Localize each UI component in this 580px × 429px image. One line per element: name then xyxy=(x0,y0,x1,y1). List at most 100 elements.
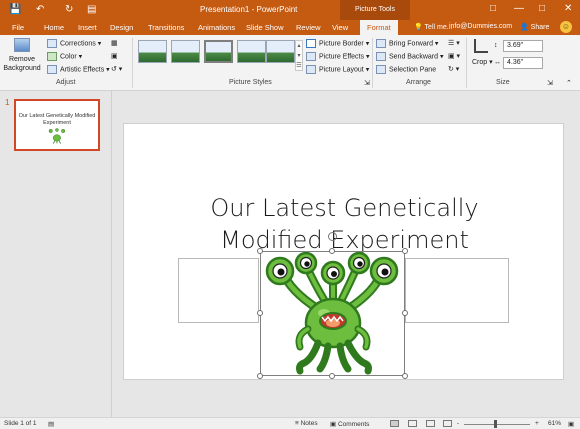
change-picture-icon[interactable]: ▣ xyxy=(111,52,118,60)
picture-style-4[interactable] xyxy=(237,40,266,63)
group-icon[interactable]: ▣ ▾ xyxy=(448,52,460,60)
crop-button[interactable]: Crop ▾ xyxy=(472,58,493,66)
tab-home[interactable]: Home xyxy=(44,23,64,32)
shape-width-field[interactable]: 4.36" xyxy=(503,57,543,69)
resize-handle-nw[interactable] xyxy=(257,248,263,254)
tab-design[interactable]: Design xyxy=(110,23,133,32)
crop-label: Crop xyxy=(472,59,488,66)
zoom-level[interactable]: 61% xyxy=(548,420,561,427)
picture-styles-group-label: Picture Styles xyxy=(229,79,272,86)
window-title: Presentation1 - PowerPoint xyxy=(200,5,298,14)
feedback-smiley-icon[interactable]: ☺ xyxy=(560,21,572,33)
tab-animations[interactable]: Animations xyxy=(198,23,235,32)
account-name[interactable]: info@Dummies.com xyxy=(449,23,512,30)
tab-file[interactable]: File xyxy=(12,23,24,32)
slide-thumbnail-pane: 1 Our Latest Genetically Modified Experi… xyxy=(0,91,112,417)
status-bar: Slide 1 of 1 ▤ ≡ Notes ▣ Comments - + 61… xyxy=(0,417,580,429)
tab-transitions[interactable]: Transitions xyxy=(148,23,184,32)
shape-height-icon: ↕ xyxy=(494,42,498,49)
content-placeholder-right[interactable] xyxy=(405,258,509,323)
color-button[interactable]: Color ▾ xyxy=(47,52,82,61)
rotation-handle[interactable] xyxy=(328,232,337,241)
maximize-icon[interactable]: □ xyxy=(539,3,545,14)
picture-style-5[interactable] xyxy=(266,40,295,63)
bring-forward-button[interactable]: Bring Forward ▾ xyxy=(376,39,438,48)
tab-insert[interactable]: Insert xyxy=(78,23,97,32)
shape-height-field[interactable]: 3.69" xyxy=(503,40,543,52)
zoom-in-button[interactable]: + xyxy=(535,420,539,427)
fit-to-window-icon[interactable]: ▣ xyxy=(568,420,574,428)
remove-background-icon xyxy=(14,38,30,52)
tab-view[interactable]: View xyxy=(332,23,348,32)
slide-title[interactable]: Our Latest Genetically Modified Experime… xyxy=(124,192,565,256)
picture-layout-button[interactable]: Picture Layout ▾ xyxy=(306,65,369,74)
resize-handle-n[interactable] xyxy=(329,248,335,254)
close-icon[interactable]: ✕ xyxy=(564,3,572,14)
bring-forward-icon xyxy=(376,39,386,48)
slide-thumbnail[interactable]: Our Latest Genetically Modified Experime… xyxy=(14,99,100,151)
bring-forward-label: Bring Forward xyxy=(389,40,433,48)
slide-thumbnail-monster-image xyxy=(48,128,66,144)
size-group-label: Size xyxy=(496,79,510,86)
slide-thumbnail-title: Our Latest Genetically Modified Experime… xyxy=(18,113,96,126)
tell-me-box[interactable]: 💡 Tell me... xyxy=(414,23,453,31)
undo-icon[interactable]: ↶ xyxy=(36,4,44,15)
picture-layout-icon xyxy=(306,65,316,74)
picture-selection-box xyxy=(260,251,405,376)
picture-effects-icon xyxy=(306,52,316,61)
zoom-slider[interactable] xyxy=(464,424,530,425)
content-placeholder-left[interactable] xyxy=(178,258,259,323)
corrections-button[interactable]: Corrections ▾ xyxy=(47,39,101,48)
notes-label: Notes xyxy=(300,420,318,427)
reading-view-button[interactable] xyxy=(426,420,435,427)
tab-slide-show[interactable]: Slide Show xyxy=(246,23,284,32)
picture-layout-label: Picture Layout xyxy=(319,66,364,74)
artistic-effects-button[interactable]: Artistic Effects ▾ xyxy=(47,65,110,74)
picture-style-3[interactable] xyxy=(204,40,233,63)
resize-handle-e[interactable] xyxy=(402,310,408,316)
picture-style-2[interactable] xyxy=(171,40,200,63)
ribbon-display-options-icon[interactable]: □ xyxy=(490,3,496,14)
send-backward-button[interactable]: Send Backward ▾ xyxy=(376,52,444,61)
minimize-icon[interactable]: — xyxy=(514,3,524,14)
notes-button[interactable]: ≡ Notes xyxy=(295,420,318,427)
resize-handle-se[interactable] xyxy=(402,373,408,379)
tab-review[interactable]: Review xyxy=(296,23,321,32)
compress-pictures-icon[interactable]: ▦ xyxy=(111,39,118,47)
save-icon[interactable]: 💾 xyxy=(9,4,21,15)
remove-background-button[interactable]: Remove Background xyxy=(2,38,42,73)
picture-effects-button[interactable]: Picture Effects ▾ xyxy=(306,52,369,61)
artistic-effects-label: Artistic Effects xyxy=(60,66,105,74)
start-slideshow-icon[interactable]: ▤ xyxy=(87,4,96,15)
format-picture-launcher-icon[interactable]: ⇲ xyxy=(364,79,370,87)
share-label: Share xyxy=(530,24,550,31)
redo-icon[interactable]: ↻ xyxy=(65,4,73,15)
comments-button[interactable]: ▣ Comments xyxy=(330,420,369,428)
share-button[interactable]: 👤 Share xyxy=(520,23,549,31)
picture-border-button[interactable]: Picture Border ▾ xyxy=(306,39,369,48)
separator xyxy=(132,38,133,88)
resize-handle-s[interactable] xyxy=(329,373,335,379)
resize-handle-sw[interactable] xyxy=(257,373,263,379)
reset-picture-icon[interactable]: ↺ ▾ xyxy=(111,65,122,73)
tab-format[interactable]: Format xyxy=(360,20,398,35)
collapse-ribbon-icon[interactable]: ⌃ xyxy=(566,79,572,87)
size-launcher-icon[interactable]: ⇲ xyxy=(547,79,553,87)
align-icon[interactable]: ☰ ▾ xyxy=(448,39,460,47)
selection-pane-button[interactable]: Selection Pane xyxy=(376,65,436,74)
gallery-scroll[interactable]: ▴ ▾ ☰ xyxy=(295,40,303,71)
separator xyxy=(466,38,467,88)
picture-style-1[interactable] xyxy=(138,40,167,63)
spelling-icon[interactable]: ▤ xyxy=(48,420,54,428)
crop-icon[interactable] xyxy=(474,39,488,53)
resize-handle-ne[interactable] xyxy=(402,248,408,254)
resize-handle-w[interactable] xyxy=(257,310,263,316)
normal-view-button[interactable] xyxy=(390,420,399,427)
slide-sorter-view-button[interactable] xyxy=(408,420,417,427)
zoom-slider-thumb[interactable] xyxy=(494,420,497,428)
rotate-icon[interactable]: ↻ ▾ xyxy=(448,65,459,73)
slide-canvas[interactable]: Our Latest Genetically Modified Experime… xyxy=(123,123,564,380)
zoom-out-button[interactable]: - xyxy=(457,420,459,427)
slide-show-view-button[interactable] xyxy=(443,420,452,427)
shape-height-value: 3.69" xyxy=(507,42,524,49)
